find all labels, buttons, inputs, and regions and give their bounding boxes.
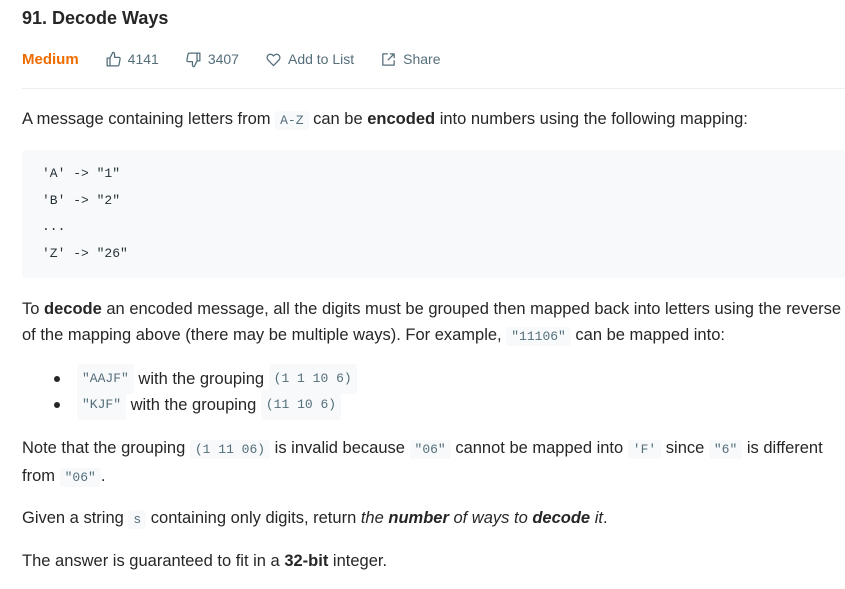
- problem-meta-bar: Medium 4141 3407 Add to List Share: [22, 48, 467, 70]
- thumbs-up-icon: [106, 51, 121, 67]
- mapping-line: ...: [42, 219, 66, 234]
- description-paragraph-1: A message containing letters from A-Z ca…: [22, 110, 748, 130]
- inline-code: "06": [409, 440, 451, 459]
- description-paragraph-3: Note that the grouping (1 11 06) is inva…: [22, 439, 823, 487]
- description-paragraph-5: The answer is guaranteed to fit in a 32-…: [22, 552, 388, 570]
- list-item: "AAJF" with the grouping (1 1 10 6): [52, 364, 357, 394]
- list-item: "KJF" with the grouping (11 10 6): [52, 390, 357, 420]
- likes-count: 4141: [127, 51, 159, 67]
- inline-code: "06": [59, 468, 101, 487]
- difficulty-badge: Medium: [22, 50, 79, 68]
- description-paragraph-2: To decode an encoded message, all the di…: [22, 300, 842, 346]
- share-label: Share: [403, 51, 441, 67]
- mapping-line: 'Z' -> "26": [42, 245, 128, 261]
- inline-code: s: [128, 510, 147, 529]
- mapping-line: 'A' -> "1": [42, 166, 121, 181]
- inline-code: "KJF": [77, 390, 127, 420]
- bullet-icon: [54, 402, 60, 408]
- bullet-icon: [54, 376, 60, 382]
- heart-icon: [266, 53, 281, 66]
- mapping-code-block: 'A' -> "1" 'B' -> "2" ... 'Z' -> "26": [22, 150, 845, 278]
- inline-code: (11 10 6): [260, 390, 342, 420]
- problem-title: 91. Decode Ways: [22, 8, 169, 28]
- share-button[interactable]: Share: [380, 51, 441, 68]
- inline-code: (1 11 06): [189, 440, 271, 459]
- share-icon: [382, 52, 395, 66]
- like-button[interactable]: 4141: [105, 51, 159, 68]
- examples-list: "AAJF" with the grouping (1 1 10 6) "KJF…: [52, 364, 357, 420]
- dislike-button[interactable]: 3407: [185, 51, 239, 68]
- description-paragraph-4: Given a string s containing only digits,…: [22, 509, 608, 529]
- add-to-list-label: Add to List: [287, 51, 355, 67]
- add-to-list-button[interactable]: Add to List: [265, 51, 354, 68]
- inline-code: "11106": [506, 327, 571, 346]
- mapping-line: 'B' -> "2": [42, 192, 121, 208]
- inline-code: "6": [708, 440, 743, 459]
- inline-code: 'F': [627, 440, 662, 459]
- thumbs-down-icon: [186, 51, 201, 67]
- inline-code: A-Z: [275, 111, 309, 130]
- header-divider: [22, 88, 845, 89]
- dislikes-count: 3407: [207, 51, 239, 67]
